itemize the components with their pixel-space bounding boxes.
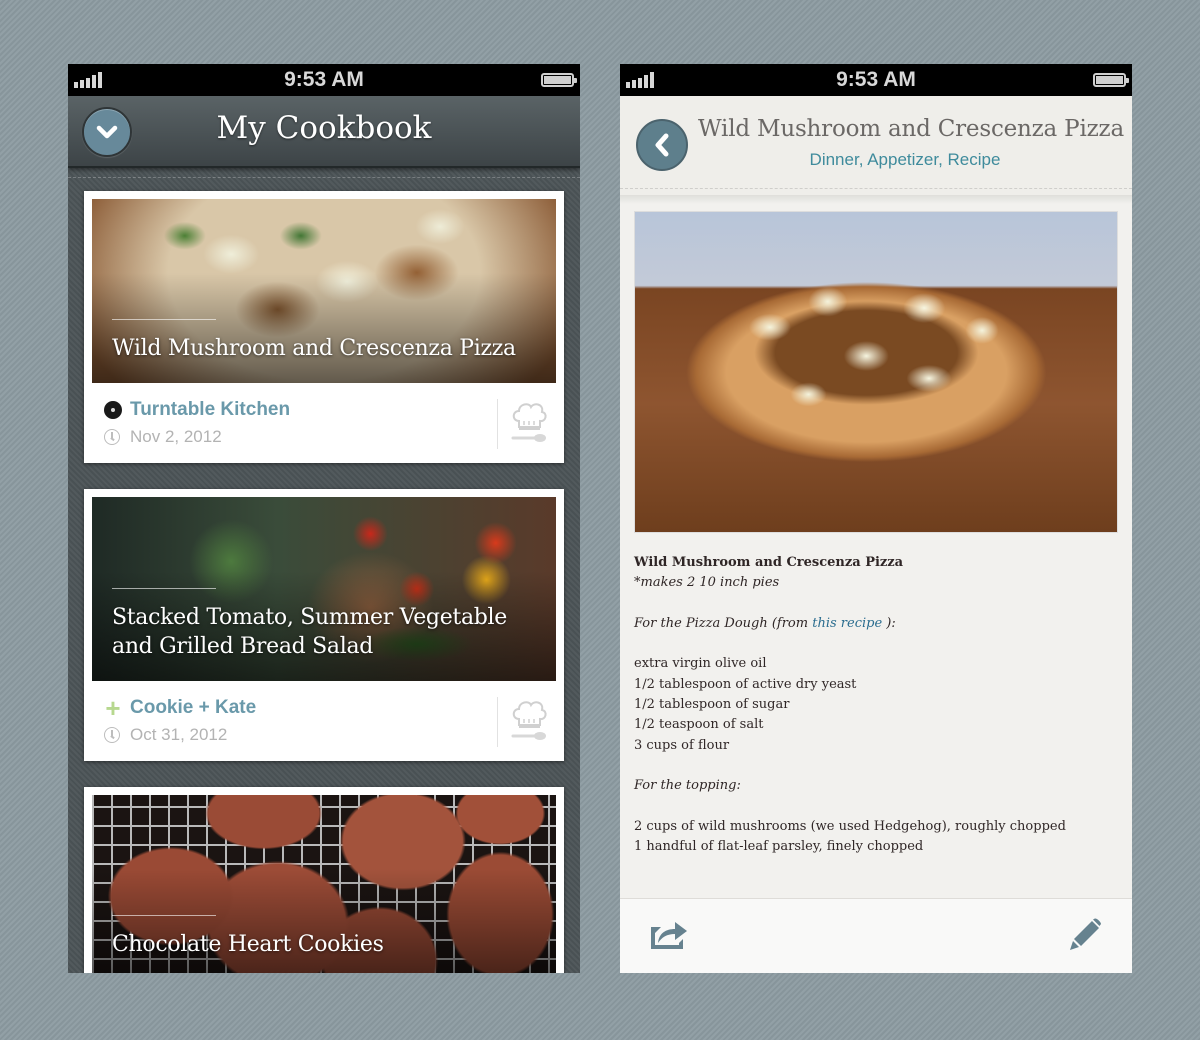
dough-intro: For the Pizza Dough (from this recipe ): <box>634 614 1118 634</box>
bottom-toolbar <box>620 898 1132 973</box>
meta-divider <box>497 399 498 449</box>
recipe-title: Wild Mushroom and Crescenza Pizza <box>698 116 1124 142</box>
share-button[interactable] <box>648 917 690 953</box>
date-text: Oct 31, 2012 <box>130 725 228 744</box>
recipe-detail-screen: 9:53 AM Wild Mushroom and Crescenza Pizz… <box>620 64 1132 973</box>
ingredient: 1/2 tablespoon of active dry yeast <box>634 676 857 692</box>
recipe-source[interactable]: Turntable Kitchen <box>104 399 290 421</box>
page-title: My Cookbook <box>216 110 432 146</box>
caption-divider <box>112 319 216 320</box>
date-text: Nov 2, 2012 <box>130 427 222 446</box>
recipe-link[interactable]: this recipe <box>812 616 882 631</box>
battery-icon <box>541 73 577 87</box>
source-name[interactable]: Cookie + Kate <box>130 697 256 719</box>
clock-icon <box>104 727 120 743</box>
status-bar: 9:53 AM <box>68 64 580 96</box>
recipe-card[interactable]: Wild Mushroom and Crescenza Pizza Turnta… <box>84 191 564 463</box>
photo-caption: Stacked Tomato, Summer Vegetable and Gri… <box>112 588 536 661</box>
recipe-yield: *makes 2 10 inch pies <box>634 575 780 591</box>
edit-button[interactable] <box>1064 917 1106 953</box>
back-button[interactable] <box>636 119 688 171</box>
recipe-card[interactable]: Stacked Tomato, Summer Vegetable and Gri… <box>84 489 564 761</box>
recipe-date: Nov 2, 2012 <box>104 427 222 447</box>
recipe-title: Stacked Tomato, Summer Vegetable and Gri… <box>112 605 508 659</box>
status-time: 9:53 AM <box>284 68 364 91</box>
photo-caption: Chocolate Heart Cookies <box>112 915 536 959</box>
cook-mode-button[interactable] <box>510 399 548 445</box>
recipe-header: Wild Mushroom and Crescenza Pizza Dinner… <box>620 96 1132 196</box>
vinyl-record-icon <box>104 401 122 419</box>
ingredient: 1/2 teaspoon of salt <box>634 717 764 733</box>
ingredient: 1/2 tablespoon of sugar <box>634 697 790 713</box>
recipe-content[interactable]: Wild Mushroom and Crescenza Pizza *makes… <box>620 196 1132 898</box>
caption-divider <box>112 915 216 916</box>
pencil-icon <box>1070 918 1101 950</box>
plus-icon: + <box>105 693 121 723</box>
recipe-tags[interactable]: Dinner, Appetizer, Recipe <box>698 150 1112 170</box>
chef-hat-spoon-icon <box>511 701 547 740</box>
recipe-title: Wild Mushroom and Crescenza Pizza <box>112 336 516 361</box>
navigation-bar: My Cookbook <box>68 96 580 178</box>
ingredient: 3 cups of flour <box>634 737 730 753</box>
battery-icon <box>1093 73 1129 87</box>
ingredient: extra virgin olive oil <box>634 656 767 672</box>
dough-intro-end: ): <box>882 615 896 631</box>
status-bar: 9:53 AM <box>620 64 1132 96</box>
clock-icon <box>104 429 120 445</box>
chevron-left-icon <box>655 133 669 157</box>
photo-caption: Wild Mushroom and Crescenza Pizza <box>112 319 536 363</box>
cookbook-screen: 9:53 AM My Cookbook Wild Mushroom and Cr… <box>68 64 580 973</box>
recipe-list[interactable]: Wild Mushroom and Crescenza Pizza Turnta… <box>68 168 580 973</box>
source-name[interactable]: Turntable Kitchen <box>130 399 290 421</box>
cook-mode-button[interactable] <box>510 697 548 743</box>
recipe-date: Oct 31, 2012 <box>104 725 227 745</box>
status-time: 9:53 AM <box>836 68 916 91</box>
meta-divider <box>497 697 498 747</box>
recipe-photo: Wild Mushroom and Crescenza Pizza <box>92 199 556 383</box>
recipe-hero-photo <box>634 211 1118 533</box>
share-icon <box>651 922 687 949</box>
dough-intro-text: For the Pizza Dough (from <box>634 615 813 631</box>
recipe-card[interactable]: Chocolate Heart Cookies <box>84 787 564 973</box>
recipe-meta: Turntable Kitchen Nov 2, 2012 <box>92 383 556 463</box>
recipe-heading: Wild Mushroom and Crescenza Pizza <box>634 555 904 570</box>
ingredient: 2 cups of wild mushrooms (we used Hedgeh… <box>634 818 1066 834</box>
topping-intro: For the topping: <box>634 778 741 794</box>
recipe-photo: Chocolate Heart Cookies <box>92 795 556 973</box>
recipe-photo: Stacked Tomato, Summer Vegetable and Gri… <box>92 497 556 681</box>
recipe-text: Wild Mushroom and Crescenza Pizza *makes… <box>634 533 1118 857</box>
recipe-source[interactable]: + Cookie + Kate <box>104 693 256 723</box>
caption-divider <box>112 588 216 589</box>
ingredient: 1 handful of flat-leaf parsley, finely c… <box>634 839 924 855</box>
recipe-title: Chocolate Heart Cookies <box>112 932 384 957</box>
chef-hat-spoon-icon <box>511 403 547 442</box>
recipe-meta: + Cookie + Kate Oct 31, 2012 <box>92 681 556 761</box>
